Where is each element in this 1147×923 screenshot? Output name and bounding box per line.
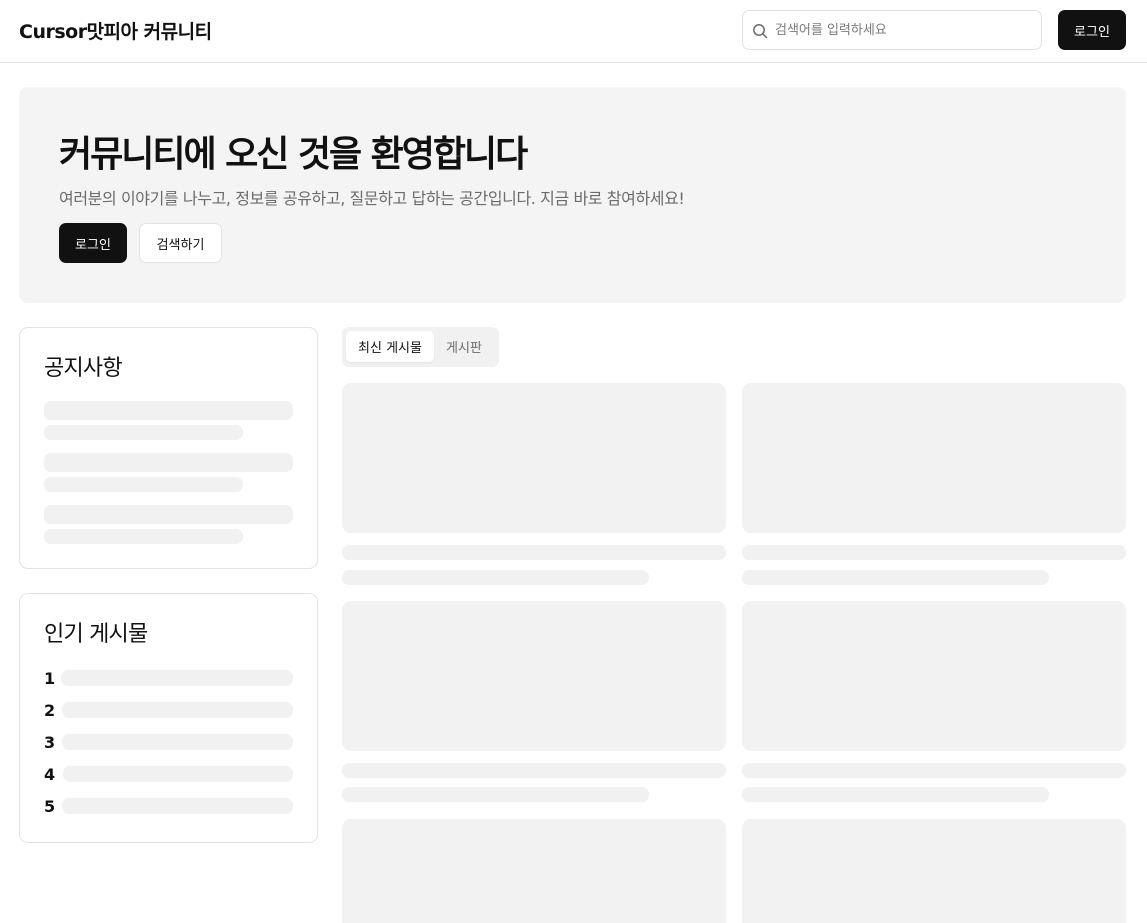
hero-login-button[interactable]: 로그인	[59, 223, 127, 263]
rank-number: 2	[44, 701, 56, 720]
post-card-image-skeleton	[742, 383, 1126, 533]
top-header: Cursor맛피아 커뮤니티 로그인	[0, 0, 1147, 63]
popular-skeleton-line	[61, 670, 293, 686]
post-card-meta-skeleton	[342, 570, 649, 585]
notice-skeleton-line	[44, 477, 243, 492]
rank-number: 1	[44, 669, 56, 688]
hero-search-button[interactable]: 검색하기	[139, 223, 222, 263]
popular-skeleton-line	[62, 798, 293, 814]
post-tabs: 최신 게시물 게시판	[342, 327, 499, 367]
notice-title: 공지사항	[44, 356, 123, 381]
rank-number: 4	[44, 765, 56, 784]
welcome-hero: 커뮤니티에 오신 것을 환영합니다 여러분의 이야기를 나누고, 정보를 공유하…	[19, 87, 1126, 303]
post-card-image-skeleton	[342, 383, 726, 533]
hero-title: 커뮤니티에 오신 것을 환영합니다	[59, 134, 528, 175]
popular-skeleton-line	[63, 766, 293, 782]
search-input[interactable]	[775, 11, 1035, 49]
post-card-meta-skeleton	[742, 787, 1049, 802]
post-card-meta-skeleton	[742, 570, 1049, 585]
tab-boards[interactable]: 게시판	[438, 331, 490, 362]
popular-skeleton-line	[62, 734, 293, 750]
search-box[interactable]	[742, 10, 1042, 50]
header-login-button[interactable]: 로그인	[1058, 10, 1126, 50]
rank-number: 3	[44, 733, 56, 752]
notice-skeleton-line	[44, 529, 243, 544]
notice-skeleton-line	[44, 425, 243, 440]
post-card-image-skeleton	[342, 601, 726, 751]
hero-subtitle: 여러분의 이야기를 나누고, 정보를 공유하고, 질문하고 답하는 공간입니다.…	[59, 189, 685, 208]
notice-skeleton-line	[44, 505, 293, 524]
popular-skeleton-line	[62, 702, 293, 718]
post-card-image-skeleton	[742, 819, 1126, 923]
post-card-title-skeleton	[342, 545, 726, 560]
post-card-image-skeleton	[342, 819, 726, 923]
post-card-title-skeleton	[742, 763, 1126, 778]
post-card-meta-skeleton	[342, 787, 649, 802]
post-card-title-skeleton	[742, 545, 1126, 560]
notice-card: 공지사항	[19, 327, 318, 569]
notice-skeleton-line	[44, 401, 293, 420]
rank-number: 5	[44, 797, 56, 816]
site-title[interactable]: Cursor맛피아 커뮤니티	[19, 17, 212, 44]
notice-skeleton-line	[44, 453, 293, 472]
post-card-image-skeleton	[742, 601, 1126, 751]
tab-latest-posts[interactable]: 최신 게시물	[346, 331, 434, 362]
popular-title: 인기 게시물	[44, 622, 148, 647]
search-icon	[753, 24, 768, 39]
popular-posts-card: 인기 게시물 1 2 3 4 5	[19, 593, 318, 843]
post-card-title-skeleton	[342, 763, 726, 778]
